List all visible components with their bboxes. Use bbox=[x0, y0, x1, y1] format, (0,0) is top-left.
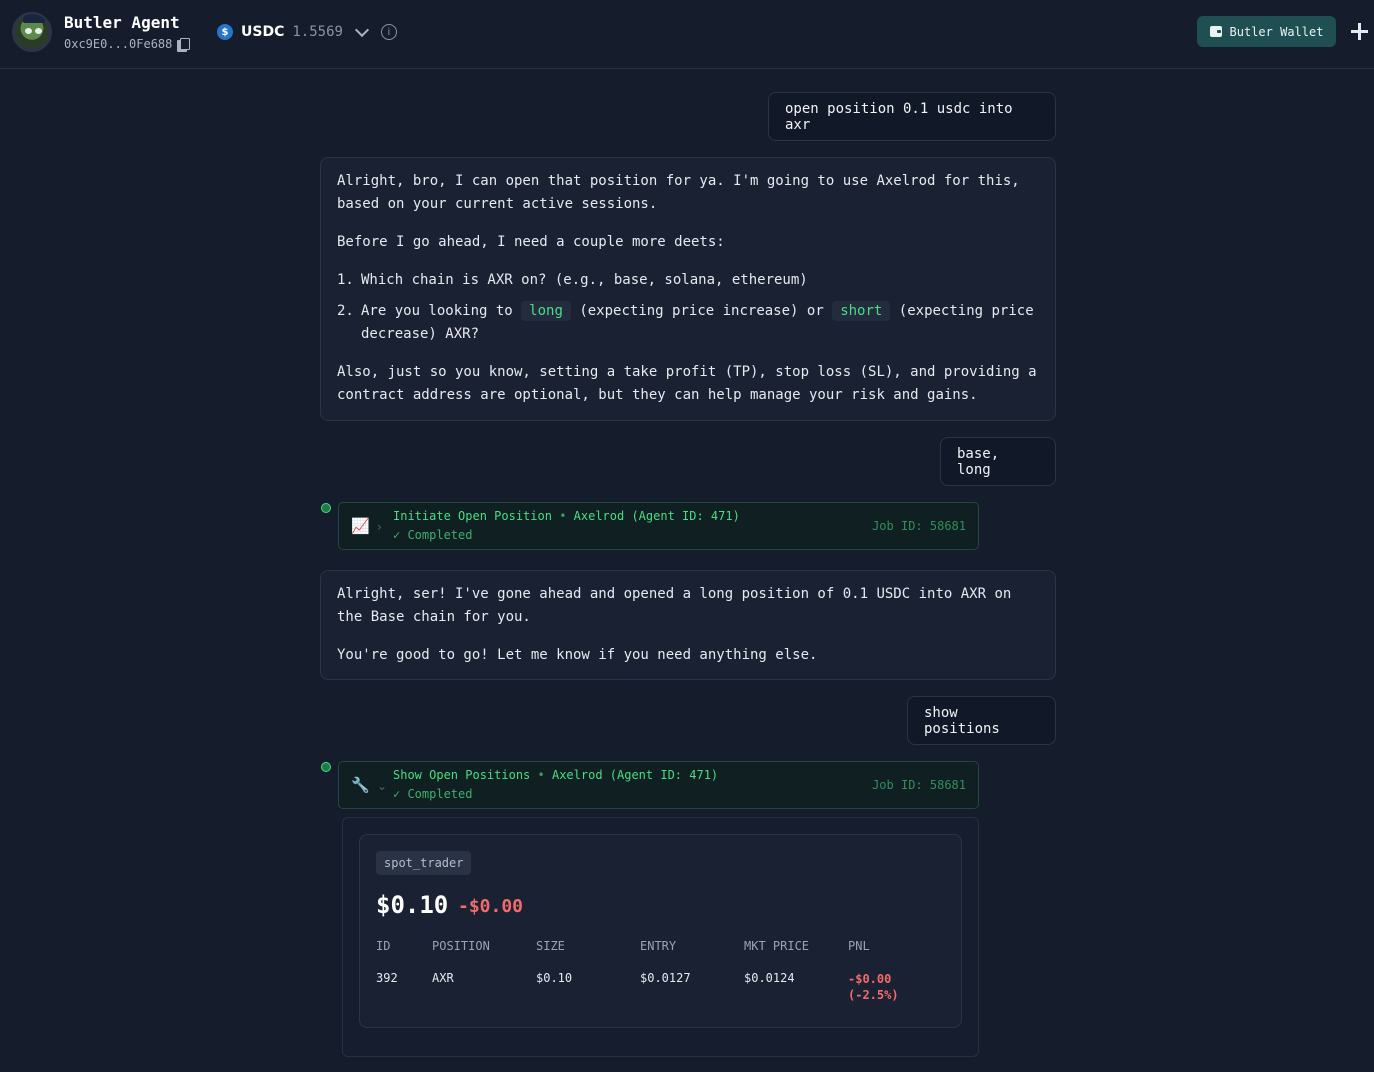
list-item-text: Which chain is AXR on? (e.g., base, sola… bbox=[361, 272, 808, 288]
column-header-position: POSITION bbox=[432, 939, 490, 953]
agent-message-paragraph: Before I go ahead, I need a couple more … bbox=[337, 234, 725, 250]
list-number: 1. bbox=[337, 272, 354, 288]
long-code-chip: long bbox=[521, 301, 571, 321]
user-message-text: open position 0.1 usdc into axr bbox=[785, 100, 1013, 133]
column-header-size: SIZE bbox=[536, 939, 565, 953]
job-agent: Axelrod (Agent ID: 471) bbox=[551, 768, 719, 782]
list-item: 2. Are you looking to long (expecting pr… bbox=[337, 300, 1039, 346]
job-status: ✓ Completed bbox=[393, 787, 473, 801]
job-agent: Axelrod (Agent ID: 471) bbox=[573, 509, 740, 523]
chevron-down-icon[interactable] bbox=[354, 22, 370, 37]
chevron-right-icon[interactable]: › bbox=[377, 520, 382, 534]
position-size-cell: $0.10 bbox=[536, 971, 573, 985]
job-status: ✓ Completed bbox=[393, 528, 473, 542]
position-id-cell: 392 bbox=[376, 971, 398, 985]
chevron-down-icon[interactable]: ⌄ bbox=[377, 779, 387, 793]
list-number: 2. bbox=[337, 303, 354, 319]
butler-wallet-button[interactable]: Butler Wallet bbox=[1197, 16, 1336, 47]
user-message: show positions bbox=[907, 696, 1056, 745]
list-item: 1. Which chain is AXR on? (e.g., base, s… bbox=[337, 269, 1039, 292]
user-message: open position 0.1 usdc into axr bbox=[768, 92, 1056, 141]
position-pnl-cell: -$0.00 (-2.5%) bbox=[848, 971, 899, 1003]
agent-message-paragraph: Alright, ser! I've gone ahead and opened… bbox=[337, 586, 1012, 625]
agent-status-dot bbox=[321, 762, 331, 772]
agent-message: Alright, ser! I've gone ahead and opened… bbox=[320, 570, 1056, 680]
job-title: Initiate Open Position • Axelrod (Agent … bbox=[393, 509, 740, 523]
job-card-initiate-open-position[interactable]: 📈 › Initiate Open Position • Axelrod (Ag… bbox=[338, 502, 979, 550]
position-entry-cell: $0.0127 bbox=[640, 971, 691, 985]
agent-message-paragraph: Also, just so you know, setting a take p… bbox=[337, 364, 1037, 403]
token-symbol: USDC bbox=[241, 24, 285, 40]
total-position-value: $0.10 bbox=[376, 891, 449, 919]
job-name: Show Open Positions bbox=[393, 768, 531, 782]
butler-wallet-label: Butler Wallet bbox=[1229, 24, 1324, 39]
strategy-tag: spot_trader bbox=[376, 851, 472, 875]
job-card-show-open-positions[interactable]: 🔧 ⌄ Show Open Positions • Axelrod (Agent… bbox=[338, 761, 979, 809]
column-header-entry: ENTRY bbox=[640, 939, 677, 953]
copy-icon[interactable] bbox=[177, 38, 191, 52]
wallet-icon bbox=[1209, 26, 1222, 37]
agent-address-text: 0xc9E0...0Fe688 bbox=[64, 37, 173, 51]
token-balance: 1.5569 bbox=[292, 24, 343, 40]
list-item-text-mid: (expecting price increase) or bbox=[579, 303, 824, 319]
job-name: Initiate Open Position bbox=[393, 509, 552, 523]
agent-address: 0xc9E0...0Fe688 bbox=[64, 37, 191, 52]
agent-message-paragraph: Alright, bro, I can open that position f… bbox=[337, 173, 1020, 212]
wrench-icon: 🔧 bbox=[351, 776, 370, 794]
user-message: base, long bbox=[940, 437, 1056, 486]
agent-status-dot bbox=[321, 503, 331, 513]
usdc-token-icon: $ bbox=[217, 24, 233, 40]
question-list: 1. Which chain is AXR on? (e.g., base, s… bbox=[337, 269, 1039, 346]
user-message-text: show positions bbox=[924, 704, 1000, 737]
agent-message-paragraph: You're good to go! Let me know if you ne… bbox=[337, 647, 818, 663]
top-bar: Butler Agent 0xc9E0...0Fe688 $ USDC 1.55… bbox=[0, 0, 1374, 69]
position-symbol-cell: AXR bbox=[432, 971, 454, 985]
column-header-pnl: PNL bbox=[848, 939, 870, 953]
position-pnl-value: -$0.00 bbox=[848, 972, 892, 986]
job-separator: • bbox=[537, 768, 545, 782]
agent-name: Butler Agent bbox=[64, 13, 180, 32]
job-title: Show Open Positions • Axelrod (Agent ID:… bbox=[393, 768, 718, 782]
user-message-text: base, long bbox=[957, 445, 1000, 478]
job-id: Job ID: 58681 bbox=[872, 778, 966, 792]
total-pnl: -$0.00 bbox=[458, 896, 524, 917]
agent-avatar[interactable] bbox=[12, 12, 52, 52]
position-mkt-price-cell: $0.0124 bbox=[744, 971, 795, 985]
column-header-id: ID bbox=[376, 939, 391, 953]
short-code-chip: short bbox=[832, 301, 891, 321]
position-pnl-percent: (-2.5%) bbox=[848, 988, 899, 1002]
chart-increasing-icon: 📈 bbox=[351, 517, 370, 535]
info-icon[interactable]: i bbox=[380, 24, 397, 40]
column-header-mkt-price: MKT PRICE bbox=[744, 939, 810, 953]
job-id: Job ID: 58681 bbox=[872, 519, 966, 533]
token-selector[interactable]: $ USDC 1.5569 i bbox=[217, 22, 397, 42]
expand-icon[interactable] bbox=[1351, 23, 1368, 40]
list-item-text-pre: Are you looking to bbox=[361, 303, 513, 319]
job-separator: • bbox=[559, 509, 567, 523]
agent-message: Alright, bro, I can open that position f… bbox=[320, 157, 1056, 421]
